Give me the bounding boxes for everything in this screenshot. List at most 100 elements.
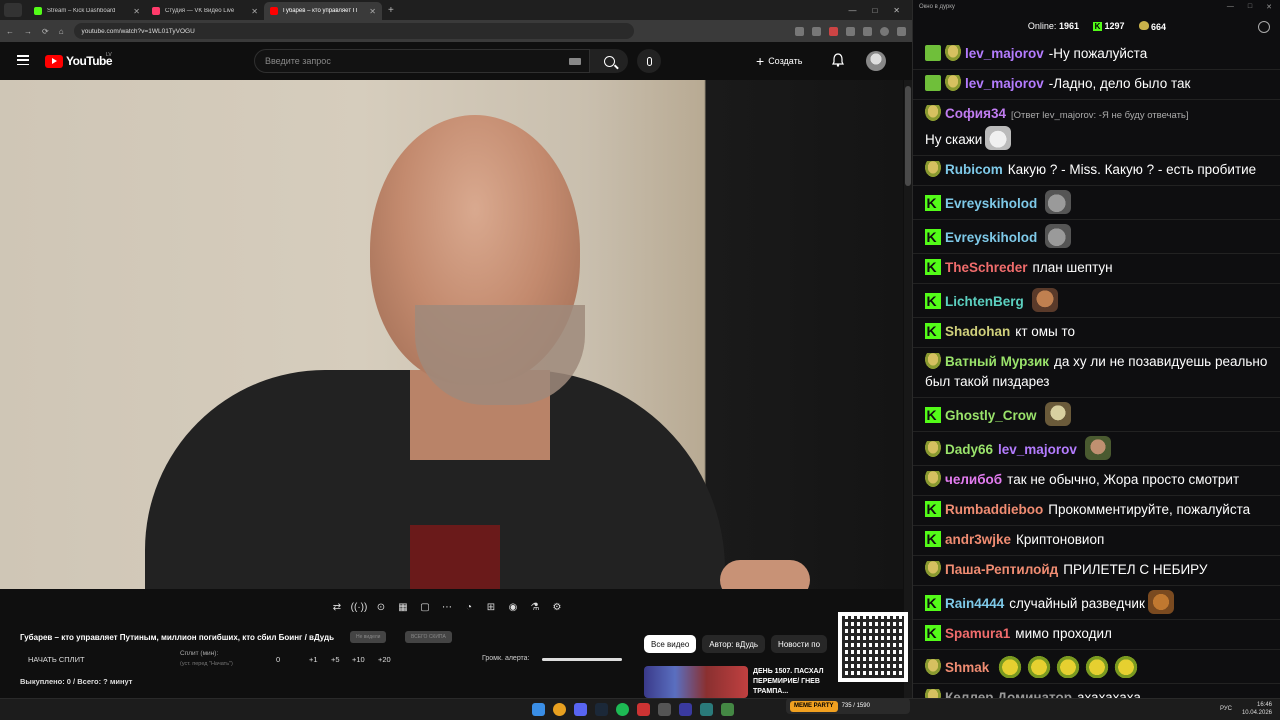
notifications-bell-icon[interactable] [832, 53, 844, 67]
steam-icon[interactable] [595, 703, 608, 716]
player-control-icon[interactable]: ▦ [394, 599, 412, 615]
chat-username[interactable]: Dady66 [945, 442, 993, 457]
home-button[interactable]: ⌂ [59, 27, 64, 36]
tab-search-button[interactable] [4, 3, 22, 17]
player-control-icon[interactable]: ⇄ [328, 599, 346, 615]
recommended-video-title[interactable]: ДЕНЬ 1507. ПАСХАЛ ПЕРЕМИРИЕ/ ГНЕВ ТРАМПА… [753, 667, 843, 697]
menu-icon[interactable] [897, 26, 906, 36]
tab-close-icon[interactable]: ✕ [133, 7, 140, 16]
youtube-logo[interactable]: YouTube [45, 54, 113, 68]
extension-icon[interactable] [795, 26, 804, 36]
chat-username[interactable]: Shadohan [945, 324, 1010, 339]
chat-username[interactable]: Evreyskiholod [945, 196, 1037, 211]
new-tab-button[interactable]: + [388, 5, 394, 16]
scrollbar-thumb[interactable] [905, 86, 911, 186]
total-skip-chip[interactable]: ВСЕГО СКИПА [405, 631, 452, 643]
frog-icon [1138, 20, 1149, 30]
chat-username[interactable]: lev_majorov [965, 76, 1044, 91]
hamburger-menu-icon[interactable] [17, 55, 29, 65]
chat-username[interactable]: Rumbaddieboo [945, 502, 1043, 517]
browser-tab[interactable]: Студия — VK Видео Live ✕ [146, 2, 264, 20]
tab-close-icon[interactable]: ✕ [251, 7, 258, 16]
reload-button[interactable]: ⟳ [42, 27, 49, 36]
split-value[interactable]: 0 [276, 655, 280, 664]
chat-username[interactable]: Shmak [945, 660, 989, 675]
chat-username[interactable]: Ghostly_Crow [945, 408, 1037, 423]
keyboard-icon[interactable] [569, 58, 581, 65]
chat-username[interactable]: TheSchreder [945, 260, 1028, 275]
forward-button[interactable]: → [24, 27, 32, 36]
recommended-video-thumbnail[interactable] [644, 666, 748, 698]
create-button[interactable]: + Создать [756, 52, 802, 70]
filter-author[interactable]: Автор: вДудь [702, 635, 766, 653]
chat-mention[interactable]: lev_majorov [998, 442, 1077, 457]
minimize-button[interactable]: — [848, 6, 856, 15]
video-player[interactable] [0, 80, 903, 589]
chat-username[interactable]: челибоб [945, 472, 1002, 487]
chat-minimize-button[interactable]: — [1227, 3, 1234, 11]
chat-close-button[interactable]: ✕ [1266, 3, 1272, 11]
alert-volume-slider[interactable] [542, 658, 622, 661]
close-window-button[interactable]: ✕ [893, 6, 900, 15]
browser-tab[interactable]: Губарев – кто управляет П ✕ [264, 2, 382, 20]
chat-username[interactable]: andr3wjke [945, 532, 1011, 547]
split-add-1-button[interactable]: +1 [309, 655, 318, 664]
chat-username[interactable]: Evreyskiholod [945, 230, 1037, 245]
extension-icon[interactable] [812, 26, 821, 36]
create-label: Создать [768, 56, 803, 66]
chat-message-list[interactable]: lev_majorov -Ну пожалуйста lev_majorov -Лад… [913, 40, 1280, 698]
not-watched-chip[interactable]: Не видели [350, 631, 387, 643]
player-control-icon[interactable]: ▢ [416, 599, 434, 615]
chat-settings-icon[interactable] [1258, 21, 1270, 33]
player-control-icon[interactable]: ⚗ [526, 599, 544, 615]
player-control-icon[interactable]: ◉ [504, 599, 522, 615]
player-control-icon[interactable]: ((·)) [350, 599, 368, 615]
split-add-20-button[interactable]: +20 [378, 655, 391, 664]
player-control-icon[interactable]: ⋯ [438, 599, 456, 615]
extension-icon[interactable] [829, 26, 838, 36]
chat-username[interactable]: Rain4444 [945, 596, 1004, 611]
account-avatar[interactable] [866, 51, 886, 71]
chat-maximize-button[interactable]: □ [1248, 3, 1252, 11]
filter-news[interactable]: Новости по [771, 635, 828, 653]
discord-icon[interactable] [574, 703, 587, 716]
split-add-10-button[interactable]: +10 [352, 655, 365, 664]
player-control-icon[interactable]: ◔ [460, 599, 478, 615]
start-split-button[interactable]: НАЧАТЬ СПЛИТ [28, 655, 85, 664]
clock[interactable]: 16:46 10.04.2026 [1242, 701, 1272, 717]
chat-username[interactable]: LichtenBerg [945, 294, 1024, 309]
filter-all-videos[interactable]: Все видео [644, 635, 697, 653]
chat-username[interactable]: Rubicom [945, 162, 1003, 177]
search-input[interactable]: Введите запрос [254, 49, 590, 73]
address-bar[interactable]: youtube.com/watch?v=1WL01TyVOGU [73, 23, 634, 39]
chrome-icon[interactable] [553, 703, 566, 716]
player-control-icon[interactable]: ⚙ [548, 599, 566, 615]
start-icon[interactable] [532, 703, 545, 716]
chat-reply-reference[interactable]: [Ответ lev_majorov: -Я не буду отвечать] [1011, 110, 1189, 121]
keyboard-language[interactable]: РУС [1220, 706, 1232, 712]
profile-icon[interactable] [880, 26, 889, 36]
extension-icon[interactable] [846, 26, 855, 36]
app-icon[interactable] [658, 703, 671, 716]
chat-username[interactable]: София34 [945, 106, 1006, 121]
app-icon[interactable] [637, 703, 650, 716]
split-add-5-button[interactable]: +5 [331, 655, 340, 664]
downloads-icon[interactable] [863, 26, 872, 36]
player-control-icon[interactable]: ⊙ [372, 599, 390, 615]
search-button[interactable] [590, 49, 628, 73]
chat-username[interactable]: Ватный Мурзик [945, 354, 1049, 369]
app-icon[interactable] [700, 703, 713, 716]
maximize-button[interactable]: □ [872, 6, 877, 15]
app-icon[interactable] [721, 703, 734, 716]
tab-close-icon[interactable]: ✕ [369, 7, 376, 16]
spotify-icon[interactable] [616, 703, 629, 716]
chat-username[interactable]: Spamura1 [945, 626, 1010, 641]
voice-search-button[interactable] [637, 49, 661, 73]
chat-username[interactable]: Келлер Доминатор [945, 690, 1072, 698]
browser-tab[interactable]: Stream – Kick Dashboard ✕ [28, 2, 146, 20]
media-player-icon[interactable] [679, 703, 692, 716]
player-control-icon[interactable]: ⊞ [482, 599, 500, 615]
chat-username[interactable]: lev_majorov [965, 46, 1044, 61]
back-button[interactable]: ← [6, 27, 14, 36]
chat-username[interactable]: Паша-Рептилойд [945, 562, 1058, 577]
